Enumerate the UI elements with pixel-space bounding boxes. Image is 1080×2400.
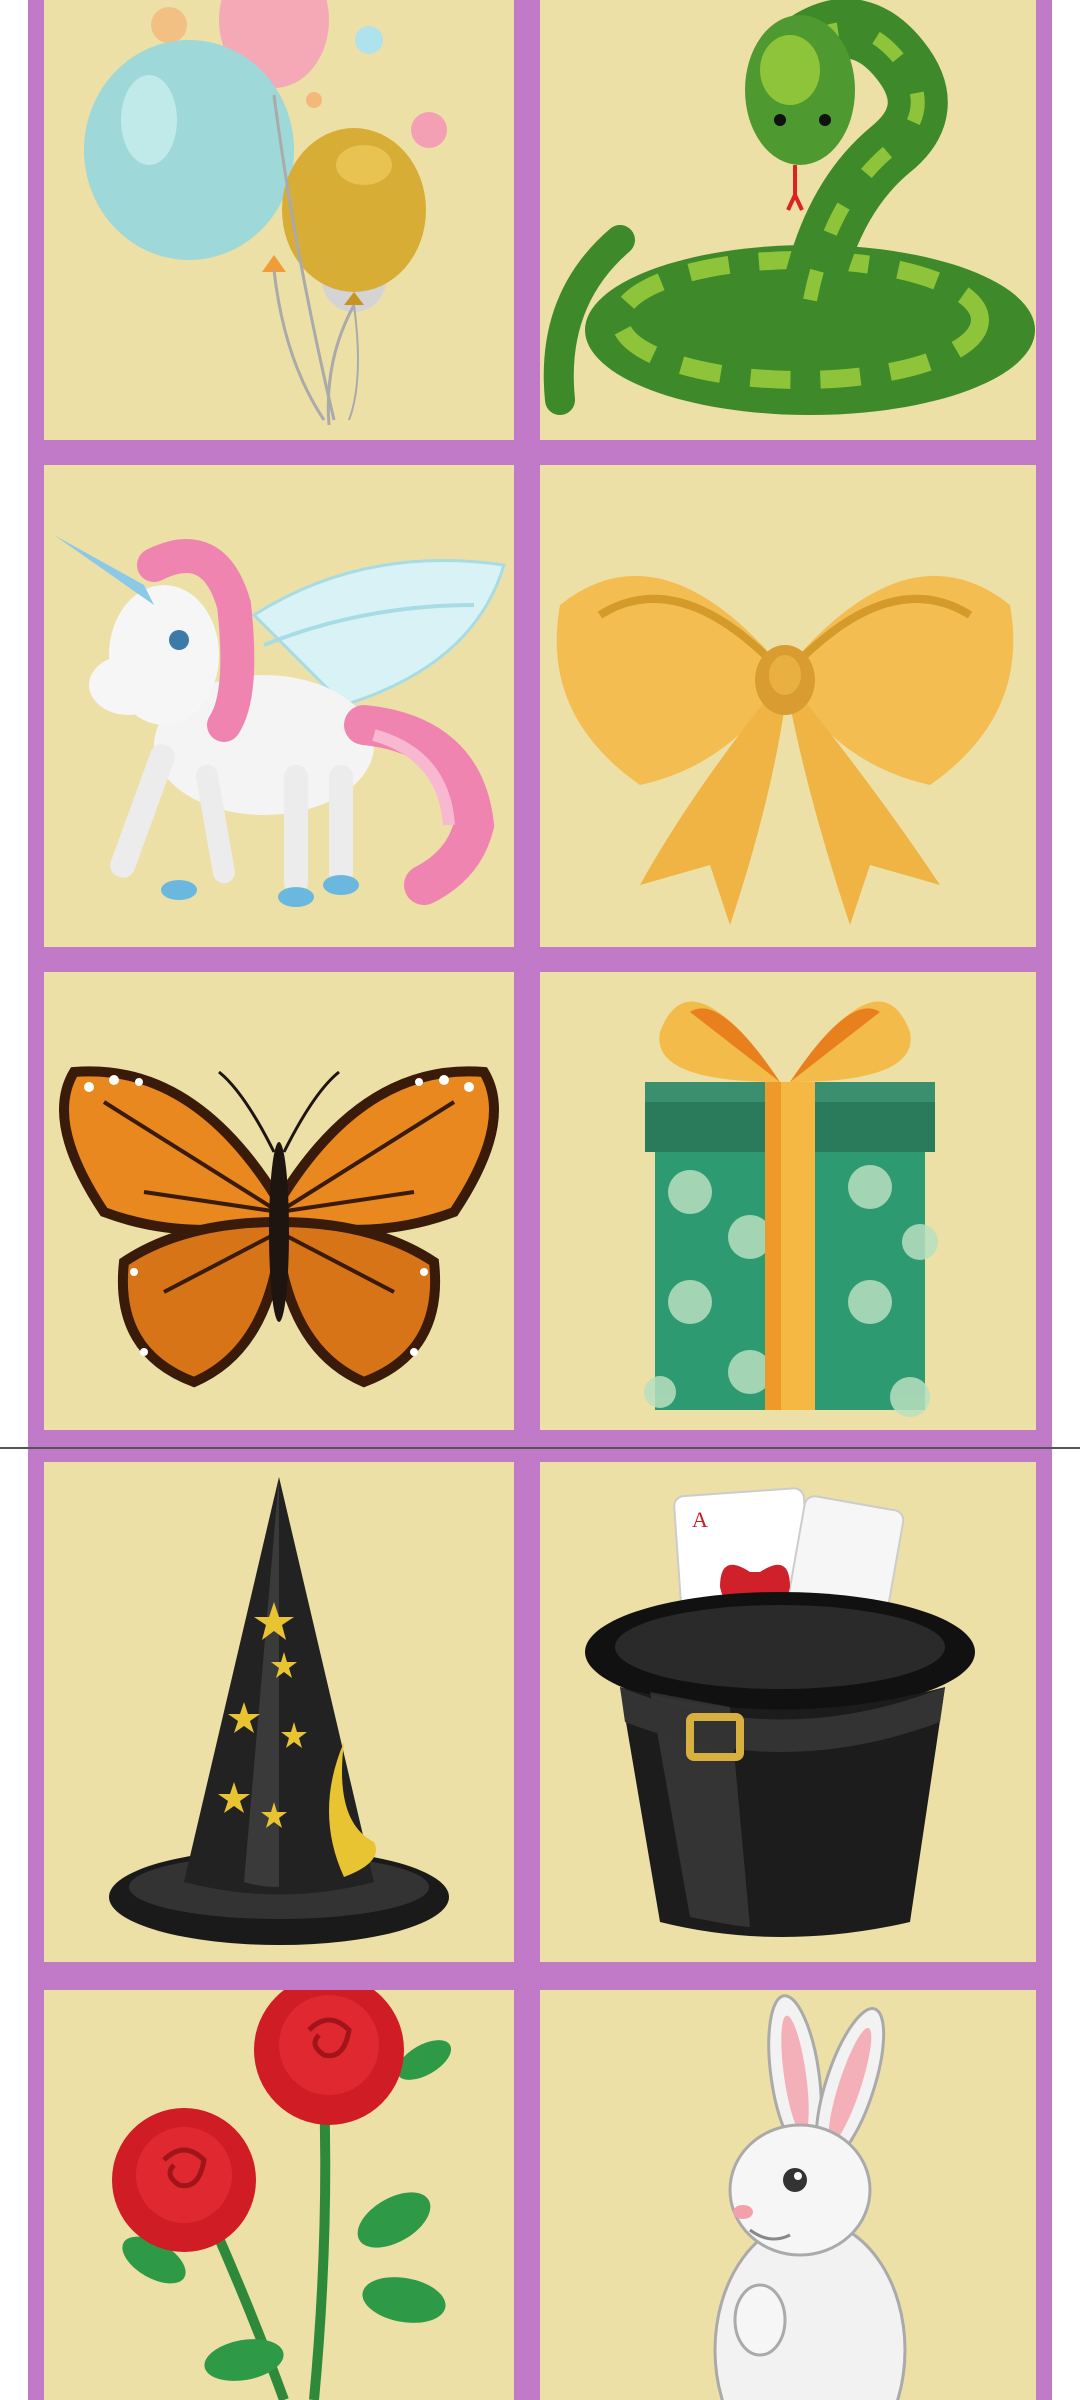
gift-box-icon xyxy=(644,1001,938,1417)
magic-top-hat-icon: A xyxy=(585,1487,975,1937)
screen-divider xyxy=(0,1447,1080,1449)
card-snake[interactable] xyxy=(540,0,1036,440)
witch-hat-icon xyxy=(109,1477,449,1945)
unicorn-icon xyxy=(54,535,506,907)
bow-icon xyxy=(556,575,1014,925)
balloons-icon xyxy=(84,0,447,426)
roses-icon xyxy=(112,1990,452,2400)
card-balloons[interactable] xyxy=(44,0,514,440)
card-roses[interactable] xyxy=(44,1990,514,2400)
bunny-icon xyxy=(713,1994,907,2400)
card-bow[interactable] xyxy=(540,465,1036,947)
card-butterfly[interactable] xyxy=(44,972,514,1430)
card-top-hat[interactable]: A xyxy=(540,1462,1036,1962)
butterfly-icon xyxy=(59,1066,499,1388)
card-witch-hat[interactable] xyxy=(44,1462,514,1962)
svg-text:A: A xyxy=(692,1507,708,1532)
card-gift[interactable] xyxy=(540,972,1036,1430)
card-grid: A xyxy=(28,0,1052,2400)
snake-icon xyxy=(543,0,1035,415)
card-unicorn[interactable] xyxy=(44,465,514,947)
card-bunny[interactable] xyxy=(540,1990,1036,2400)
